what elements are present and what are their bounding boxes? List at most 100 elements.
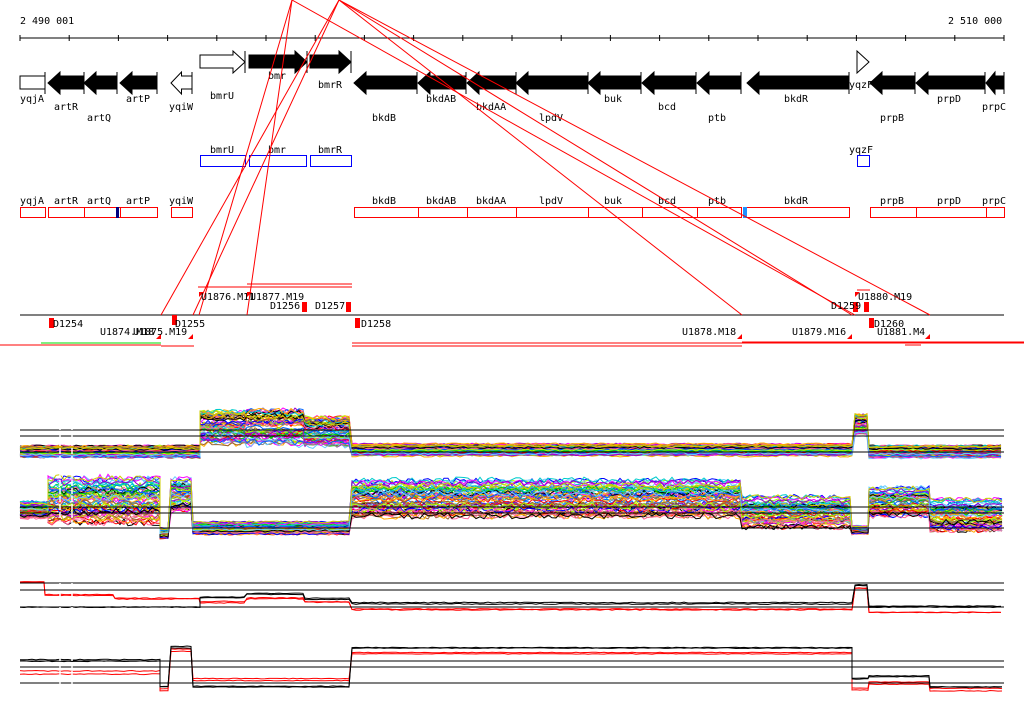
terminator-icon [355, 318, 360, 328]
plus-box-yqzF[interactable]: yqzF [849, 145, 873, 167]
plus-box-label: bmrU [210, 145, 234, 156]
gene-yqjA[interactable]: yqjA [19, 72, 46, 105]
minus-box-label: yqjA [20, 196, 44, 207]
tu-line [160, 0, 340, 316]
gene-arrow-icon [47, 70, 85, 96]
gene-label: prpC [982, 102, 1006, 113]
minus-box-prpD[interactable]: prpD [916, 196, 987, 218]
minus-box [516, 207, 589, 218]
transcription-unit-label[interactable]: D1260 [874, 319, 904, 330]
plus-box-label: yqzF [849, 145, 873, 156]
gene-arrow-icon [696, 70, 742, 96]
gene-bkdB[interactable]: bkdB [353, 70, 418, 124]
gene-arrow-icon [19, 75, 46, 90]
gene-label: ptb [708, 113, 726, 124]
tu-line [291, 0, 856, 316]
gene-label: bkdAB [426, 94, 456, 105]
tu-line [338, 0, 743, 316]
gene-bmrU[interactable]: bmrU [199, 49, 246, 102]
tu-line [192, 0, 340, 316]
transcription-unit-label[interactable]: D1258 [361, 319, 391, 330]
minus-box-label: lpdV [539, 196, 563, 207]
gene-bmrR[interactable]: bmrR [309, 49, 352, 91]
transcription-unit-label[interactable]: D1256 [270, 301, 300, 312]
transcription-unit-label[interactable]: U1880.M19 [858, 292, 912, 303]
minus-box-buk[interactable]: buk [588, 196, 643, 218]
gene-artQ[interactable]: artQ [83, 70, 118, 124]
minus-box [171, 207, 193, 218]
terminator-icon [346, 302, 351, 312]
gene-bkdR[interactable]: bkdR [746, 70, 850, 105]
gene-label: artR [54, 102, 79, 113]
plus-box-bmrR[interactable]: bmrR [310, 145, 352, 167]
minus-box-label: artP [126, 196, 150, 207]
minus-box-label: bkdAA [476, 196, 506, 207]
minus-box [986, 207, 1005, 218]
minus-box-label: artR [54, 196, 79, 207]
gene-bkdAB[interactable]: bkdAB [417, 70, 467, 105]
gene-arrow-icon [170, 70, 193, 96]
minus-box [743, 207, 850, 218]
minus-box-bkdAA[interactable]: bkdAA [467, 196, 517, 218]
minus-box [697, 207, 742, 218]
gene-arrow-icon [641, 70, 697, 96]
minus-box-label: prpC [982, 196, 1006, 207]
gene-bmr[interactable]: bmr [248, 49, 308, 82]
gene-ptb[interactable]: ptb [696, 70, 742, 124]
gene-artR[interactable]: artR [47, 70, 85, 113]
minus-box [354, 207, 419, 218]
gene-arrow-icon [353, 70, 418, 96]
marker [116, 207, 119, 218]
minus-box-artQ[interactable]: artQ [84, 196, 121, 218]
gene-label: prpB [880, 113, 904, 124]
minus-box-prpB[interactable]: prpB [870, 196, 917, 218]
transcription-unit-label[interactable]: D1259 [831, 301, 861, 312]
plus-box-bmrU[interactable]: bmrU [200, 145, 246, 167]
minus-box-artP[interactable]: artP [120, 196, 158, 218]
minus-box [418, 207, 468, 218]
gene-prpB[interactable]: prpB [869, 70, 916, 124]
gene-yqiW[interactable]: yqiW [169, 70, 194, 113]
genome-browser-view: 2 490 001 2 510 000 yqjA artR artQ artP yqiW… [0, 0, 1024, 692]
gene-label: artQ [87, 113, 111, 124]
transcription-unit-label[interactable]: D1257 [315, 301, 345, 312]
plus-box-bmr[interactable]: bmr [249, 145, 307, 167]
terminator-icon [864, 302, 869, 312]
gene-prpC[interactable]: prpC [982, 70, 1006, 113]
minus-box-lpdV[interactable]: lpdV [516, 196, 589, 218]
gene-buk[interactable]: buk [587, 70, 642, 105]
promoter-icon [737, 334, 742, 339]
transcription-unit-label[interactable]: D1255 [175, 319, 205, 330]
gene-bkdAA[interactable]: bkdAA [466, 70, 517, 113]
gene-bcd[interactable]: bcd [641, 70, 697, 113]
minus-box-label: bkdAB [426, 196, 456, 207]
gene-label: yqzF [849, 80, 873, 91]
minus-strand-track: yqjA artR artQ artP yqiW bkdB bkdAB bkdAA lpdV bu… [20, 196, 1006, 218]
minus-box [48, 207, 85, 218]
gene-yqzF[interactable]: yqzF [849, 49, 873, 91]
minus-box-label: artQ [87, 196, 111, 207]
minus-box-ptb[interactable]: ptb [697, 196, 742, 218]
minus-box-label: bkdR [784, 196, 809, 207]
transcription-unit-label[interactable]: U1876.M11 [201, 292, 255, 303]
minus-box [642, 207, 698, 218]
gene-prpD[interactable]: prpD [915, 70, 986, 105]
transcription-unit-label[interactable]: D1254 [53, 319, 83, 330]
transcription-unit-label[interactable]: U1879.M16 [792, 327, 846, 338]
minus-box-yqjA[interactable]: yqjA [20, 196, 46, 218]
ruler-end-label: 2 510 000 [948, 16, 1002, 27]
minus-box-bcd[interactable]: bcd [642, 196, 698, 218]
minus-box-bkdB[interactable]: bkdB [354, 196, 419, 218]
minus-box-prpC[interactable]: prpC [982, 196, 1006, 218]
gene-arrow-icon [915, 70, 986, 96]
gene-lpdV[interactable]: lpdV [515, 70, 589, 124]
minus-box-bkdAB[interactable]: bkdAB [418, 196, 468, 218]
minus-box-artR[interactable]: artR [48, 196, 85, 218]
expression-profile-plots [19, 400, 1004, 692]
plus-box-label: bmrR [318, 145, 343, 156]
gene-arrow-icon [119, 70, 158, 96]
minus-box-yqiW[interactable]: yqiW [169, 196, 194, 218]
minus-box-bkdR[interactable]: bkdR [743, 196, 850, 218]
transcription-unit-label[interactable]: U1878.M18 [682, 327, 736, 338]
gene-artP[interactable]: artP [119, 70, 158, 105]
